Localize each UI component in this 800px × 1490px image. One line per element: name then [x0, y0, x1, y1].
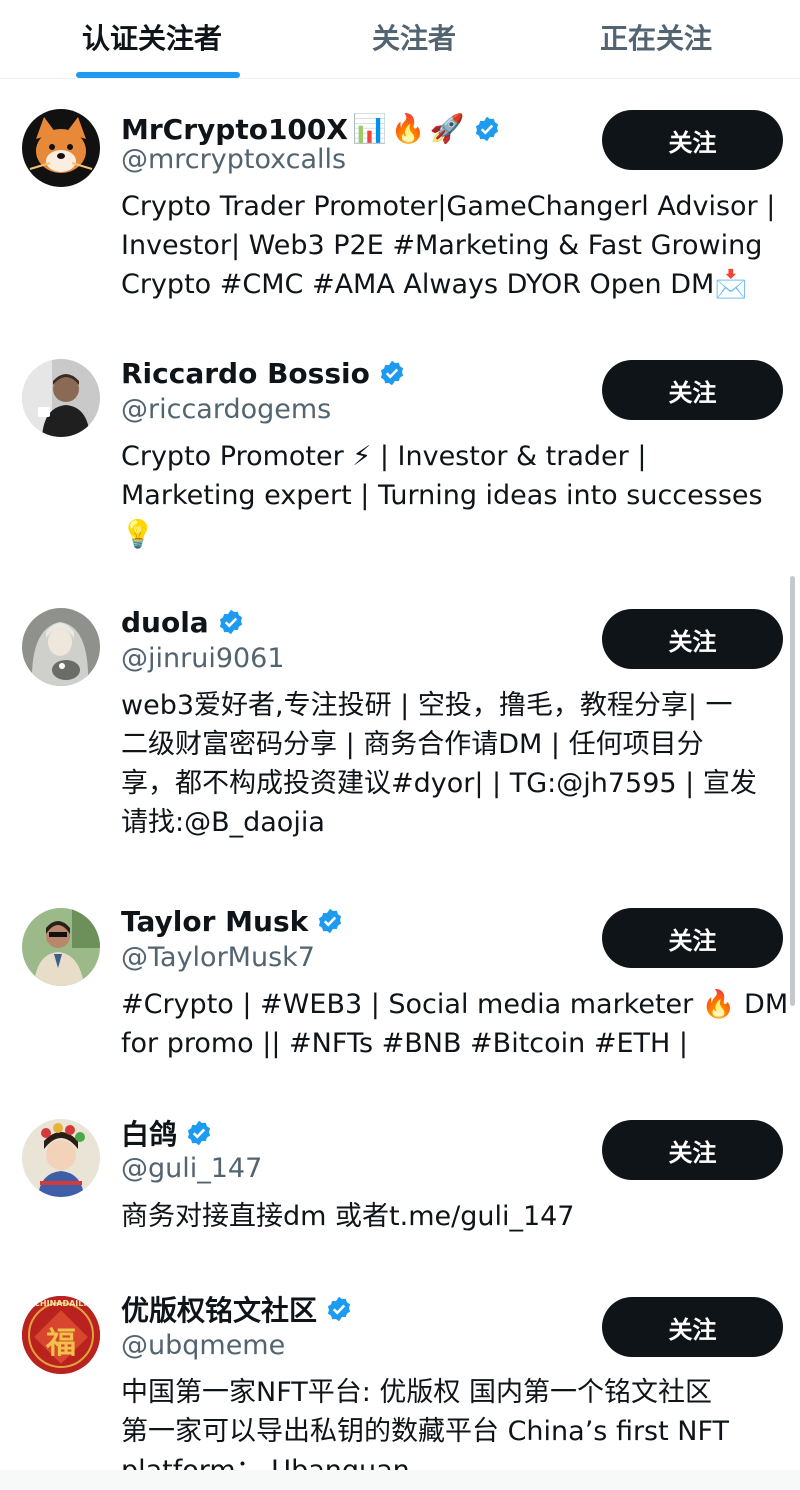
anime-avatar-icon[interactable]: [22, 608, 100, 686]
bio-line: 第一家可以导出私钥的数藏平台 China’s first NFT: [121, 1416, 730, 1447]
user-handle: @guli_147: [121, 1153, 263, 1184]
user-display-name[interactable]: Taylor Musk: [121, 905, 308, 938]
follow-button[interactable]: 关注: [602, 360, 783, 420]
tab-label: 关注者: [372, 22, 457, 55]
follow-button[interactable]: 关注: [602, 1120, 783, 1180]
person-avatar-icon[interactable]: [22, 908, 100, 986]
bio-line: Crypto #CMC #AMA Always DYOR Open DM📩: [121, 269, 748, 300]
bio-line: 中国第一家NFT平台: 优版权 国内第一个铭文社区: [121, 1377, 713, 1408]
verified-badge-icon: [327, 1296, 351, 1322]
user-handle: @TaylorMusk7: [121, 942, 315, 973]
scrollbar[interactable]: [790, 576, 795, 1006]
avatar-caption: CHINADAILY: [34, 1299, 88, 1308]
user-bio: web3爱好者,专注投研 | 空投，撸毛，教程分享| 一 二级财富密码分享 | …: [121, 686, 771, 842]
bio-line: web3爱好者,专注投研 | 空投，撸毛，教程分享| 一: [121, 690, 733, 721]
tab-bar: 认证关注者 关注者 正在关注: [0, 0, 800, 79]
verified-badge-icon: [219, 609, 242, 635]
user-bio: Crypto Trader Promoter|GameChangerl Advi…: [121, 187, 776, 304]
user-display-name[interactable]: 白鸽: [121, 1113, 177, 1153]
bio-line: 享，都不构成投资建议#dyor| | TG:@jh7595 | 宣发: [121, 768, 757, 799]
user-display-name[interactable]: Riccardo Bossio: [121, 357, 370, 390]
follow-button[interactable]: 关注: [602, 110, 783, 170]
child-avatar-icon[interactable]: [22, 1119, 100, 1197]
bottom-edge: [0, 1470, 800, 1490]
tab-following[interactable]: 正在关注: [520, 0, 800, 78]
tab-verified-followers[interactable]: 认证关注者: [0, 0, 310, 78]
person-avatar-icon[interactable]: [22, 359, 100, 437]
user-display-name[interactable]: MrCrypto100X: [121, 113, 348, 146]
avatar-glyph: 福: [46, 1326, 76, 1361]
shiba-avatar-icon[interactable]: [22, 109, 100, 187]
user-bio: #Crypto | #WEB3 | Social media marketer …: [121, 985, 789, 1063]
verified-badge-icon: [380, 360, 403, 386]
tab-label: 正在关注: [600, 22, 713, 55]
fire-emoji: 🔥: [390, 112, 426, 145]
bio-line: Marketing expert | Turning ideas into su…: [121, 480, 763, 511]
bio-line: Investor| Web3 P2E #Marketing & Fast Gro…: [121, 230, 763, 261]
bio-line: 商务对接直接dm 或者t.me/guli_147: [121, 1201, 575, 1232]
rocket-emoji: 🚀: [429, 112, 465, 145]
user-display-name[interactable]: duola: [121, 606, 209, 639]
user-display-name[interactable]: 优版权铭文社区: [121, 1289, 317, 1329]
bio-line: #Crypto | #WEB3 | Social media marketer …: [121, 989, 789, 1020]
user-handle: @riccardogems: [121, 394, 332, 425]
tab-label: 认证关注者: [82, 22, 223, 55]
verified-badge-icon: [319, 908, 342, 934]
user-handle: @mrcryptoxcalls: [121, 144, 347, 175]
verified-badge-icon: [475, 116, 498, 142]
follow-button[interactable]: 关注: [602, 609, 783, 669]
follow-button[interactable]: 关注: [602, 1297, 783, 1357]
bio-line: Crypto Promoter ⚡ | Investor & trader |: [121, 441, 647, 472]
bio-line: 💡: [121, 519, 155, 550]
bio-line: 二级财富密码分享 | 商务合作请DM | 任何项目分: [121, 729, 704, 760]
tab-followers[interactable]: 关注者: [310, 0, 520, 78]
bio-line: Crypto Trader Promoter|GameChangerl Advi…: [121, 191, 776, 222]
user-handle: @jinrui9061: [121, 643, 285, 674]
user-bio: Crypto Promoter ⚡ | Investor & trader | …: [121, 437, 771, 554]
user-handle: @ubqmeme: [121, 1330, 286, 1361]
bio-line: for promo || #NFTs #BNB #Bitcoin #ETH |: [121, 1028, 688, 1059]
fu-avatar-icon[interactable]: CHINADAILY 福: [22, 1296, 100, 1374]
follow-button[interactable]: 关注: [602, 908, 783, 968]
active-tab-indicator: [76, 72, 240, 78]
user-bio: 商务对接直接dm 或者t.me/guli_147: [121, 1197, 771, 1236]
verified-badge-icon: [187, 1120, 211, 1146]
chart-emoji: 📊: [351, 112, 387, 145]
bio-line: 请找:@B_daojia: [121, 807, 325, 838]
